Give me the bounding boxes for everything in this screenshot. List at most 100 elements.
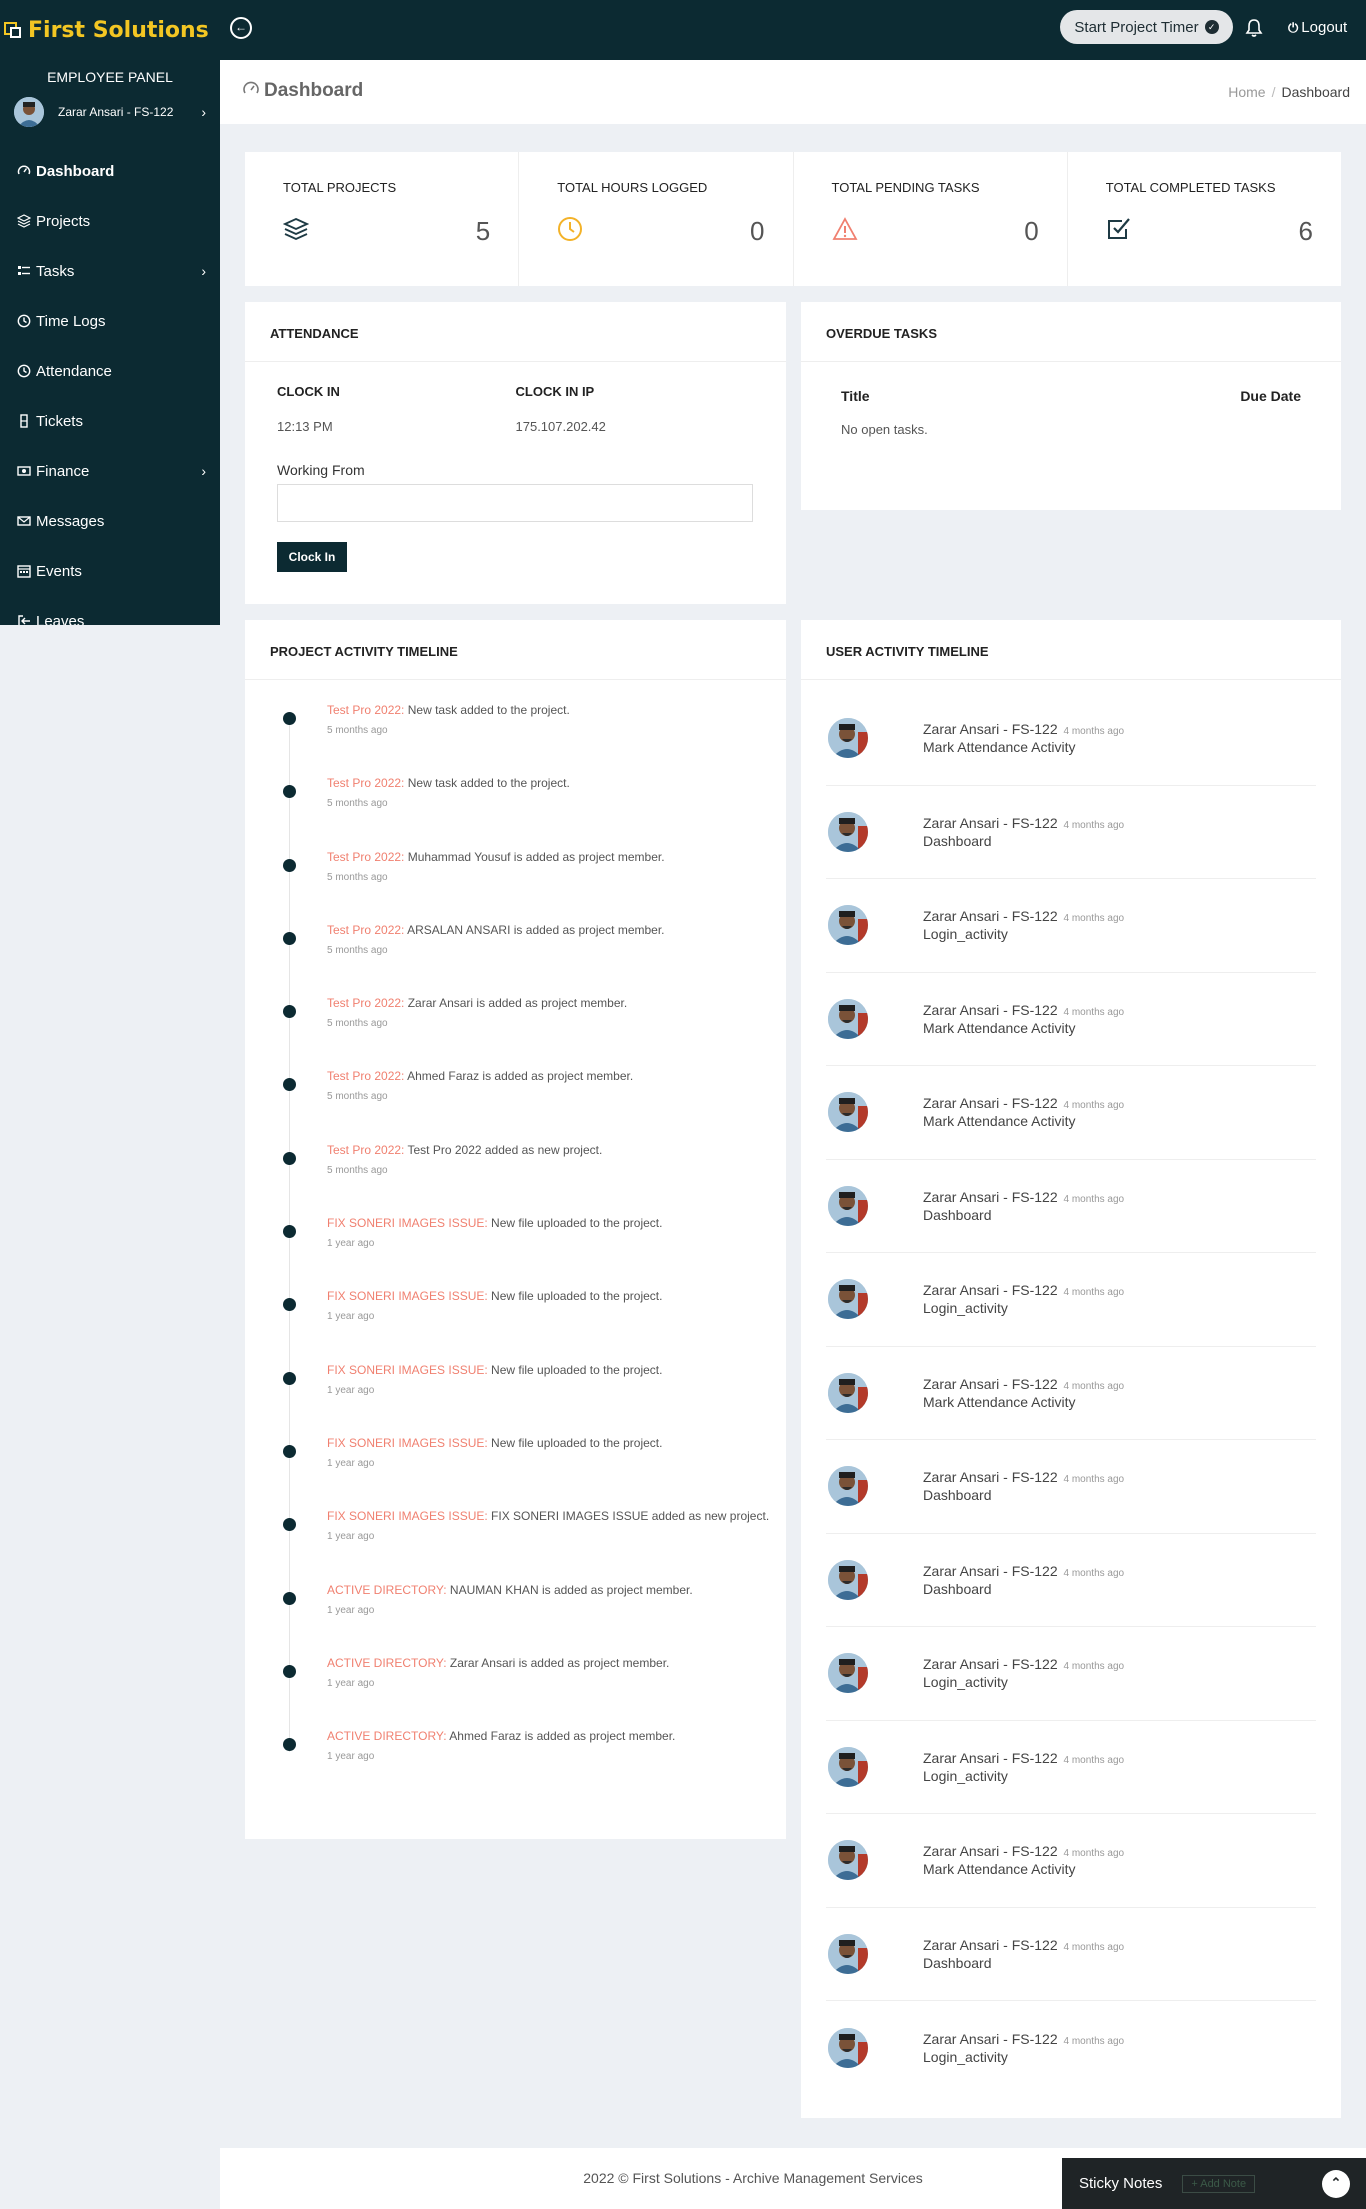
timeline-item: FIX SONERI IMAGES ISSUE: New file upload…: [283, 1215, 786, 1288]
timeline-item: ACTIVE DIRECTORY: Zarar Ansari is added …: [283, 1655, 786, 1728]
timeline-description: New file uploaded to the project.: [487, 1435, 663, 1450]
sidebar-item-events[interactable]: Events: [0, 546, 220, 596]
user-activity-item: Zarar Ansari - FS-122 4 months ago Dashbo…: [826, 786, 1316, 879]
timeline-dot: [283, 1738, 296, 1752]
timeline-project-link[interactable]: Test Pro 2022:: [327, 850, 404, 864]
clock-icon: [16, 363, 32, 379]
timeline-item: ACTIVE DIRECTORY: NAUMAN KHAN is added a…: [283, 1582, 786, 1655]
clock-icon: [557, 216, 583, 242]
clock-in-ip-label: CLOCK IN IP: [515, 384, 595, 399]
avatar: [828, 1653, 868, 1694]
stat-label: TOTAL PROJECTS: [283, 180, 397, 195]
sidebar-item-time-logs[interactable]: Time Logs: [0, 296, 220, 346]
user-activity-description: Dashboard: [923, 1487, 992, 1504]
sidebar: EMPLOYEE PANEL Zarar Ansari - FS-122 › D…: [0, 60, 220, 625]
timeline-time: 5 months ago: [327, 725, 388, 736]
timeline-project-link[interactable]: Test Pro 2022:: [327, 1143, 404, 1157]
user-activity-time: 4 months ago: [1063, 819, 1125, 831]
stat-label: TOTAL PENDING TASKS: [831, 180, 980, 195]
sidebar-toggle-icon[interactable]: ←: [230, 17, 252, 39]
user-activity-description: Login_activity: [923, 2048, 1008, 2065]
sidebar-item-dashboard[interactable]: Dashboard: [0, 146, 220, 196]
timeline-project-link[interactable]: Test Pro 2022:: [327, 776, 404, 790]
sidebar-item-attendance[interactable]: Attendance: [0, 346, 220, 396]
user-activity-description: Mark Attendance Activity: [923, 739, 1076, 756]
clock-in-ip-value: 175.107.202.42: [515, 419, 606, 434]
user-activity-text: Zarar Ansari - FS-122 4 months ago Mark A…: [923, 1843, 1124, 1877]
timeline-time: 1 year ago: [327, 1751, 375, 1763]
user-activity-name: Zarar Ansari - FS-122: [923, 1188, 1058, 1205]
avatar: [828, 998, 868, 1039]
user-activity-time: 4 months ago: [1063, 1287, 1125, 1299]
timeline-description: ARSALAN ANSARI is added as project membe…: [404, 922, 665, 937]
user-activity-text: Zarar Ansari - FS-122 4 months ago Login_…: [923, 2031, 1124, 2065]
bell-icon[interactable]: [1245, 18, 1263, 38]
start-project-timer-button[interactable]: Start Project Timer ✓: [1060, 10, 1233, 44]
avatar: [828, 1185, 868, 1226]
user-activity-text: Zarar Ansari - FS-122 4 months ago Login_…: [923, 908, 1124, 942]
working-from-input[interactable]: [277, 484, 753, 522]
timeline-text: FIX SONERI IMAGES ISSUE: New file upload…: [327, 1362, 786, 1378]
stat-total-completed-tasks[interactable]: TOTAL COMPLETED TASKS 6: [1066, 152, 1341, 286]
user-activity-item: Zarar Ansari - FS-122 4 months ago Dashbo…: [826, 1440, 1316, 1534]
stat-total-pending-tasks[interactable]: TOTAL PENDING TASKS 0: [792, 152, 1067, 286]
timeline-project-link[interactable]: Test Pro 2022:: [327, 923, 404, 937]
timeline-project-link[interactable]: ACTIVE DIRECTORY:: [327, 1656, 447, 1670]
user-activity-time: 4 months ago: [1063, 1848, 1125, 1860]
money-icon: [16, 463, 32, 479]
timeline-description: NAUMAN KHAN is added as project member.: [446, 1582, 693, 1597]
user-activity-item: Zarar Ansari - FS-122 4 months ago Mark A…: [826, 1347, 1316, 1440]
timeline-project-link[interactable]: Test Pro 2022:: [327, 703, 404, 717]
sidebar-item-label: Leaves: [36, 612, 85, 626]
user-activity-time: 4 months ago: [1063, 1193, 1125, 1205]
timeline-item: FIX SONERI IMAGES ISSUE: New file upload…: [283, 1288, 786, 1361]
user-activity-description: Login_activity: [923, 926, 1008, 943]
sticky-notes-title: Sticky Notes: [1079, 2175, 1163, 2192]
sidebar-item-finance[interactable]: Finance ›: [0, 446, 220, 496]
timeline-text: Test Pro 2022: Test Pro 2022 added as ne…: [327, 1142, 786, 1158]
brand-name: First Solutions: [28, 17, 209, 43]
user-activity-description: Login_activity: [923, 1674, 1008, 1691]
timeline-project-link[interactable]: FIX SONERI IMAGES ISSUE:: [327, 1289, 488, 1303]
timeline-project-link[interactable]: ACTIVE DIRECTORY:: [327, 1583, 447, 1597]
sidebar-item-projects[interactable]: Projects: [0, 196, 220, 246]
timeline-project-link[interactable]: FIX SONERI IMAGES ISSUE:: [327, 1509, 488, 1523]
avatar: [828, 1933, 868, 1974]
sidebar-item-tasks[interactable]: Tasks ›: [0, 246, 220, 296]
user-activity-text: Zarar Ansari - FS-122 4 months ago Mark A…: [923, 1002, 1124, 1036]
timeline-project-link[interactable]: Test Pro 2022:: [327, 1069, 404, 1083]
top-header: First Solutions ← Start Project Timer ✓ …: [0, 0, 1366, 60]
brand-logo[interactable]: First Solutions: [0, 0, 220, 60]
logout-button[interactable]: ⏻ Logout: [1288, 19, 1347, 36]
chevron-up-icon[interactable]: ⌃: [1322, 2170, 1350, 2198]
user-activity-description: Dashboard: [923, 1580, 992, 1597]
overdue-title: OVERDUE TASKS: [801, 302, 1341, 362]
timeline-dot: [283, 1591, 296, 1605]
timeline-project-link[interactable]: ACTIVE DIRECTORY:: [327, 1729, 447, 1743]
timeline-project-link[interactable]: FIX SONERI IMAGES ISSUE:: [327, 1436, 488, 1450]
breadcrumb: Home / Dashboard: [1228, 84, 1350, 100]
user-activity-description: Login_activity: [923, 1300, 1008, 1317]
user-activity-text: Zarar Ansari - FS-122 4 months ago Login_…: [923, 1656, 1124, 1690]
timeline-dot: [283, 1225, 296, 1239]
sidebar-item-messages[interactable]: Messages: [0, 496, 220, 546]
user-activity-time: 4 months ago: [1063, 726, 1125, 738]
stat-total-projects[interactable]: TOTAL PROJECTS 5: [245, 152, 518, 286]
timeline-project-link[interactable]: FIX SONERI IMAGES ISSUE:: [327, 1363, 488, 1377]
user-activity-text: Zarar Ansari - FS-122 4 months ago Login_…: [923, 1750, 1124, 1784]
sidebar-user-profile[interactable]: Zarar Ansari - FS-122 ›: [0, 90, 220, 134]
user-activity-time: 4 months ago: [1063, 1100, 1125, 1112]
sidebar-item-leaves[interactable]: Leaves: [0, 596, 220, 625]
user-activity-name: Zarar Ansari - FS-122: [923, 1562, 1058, 1579]
stat-value: 6: [1298, 216, 1313, 246]
breadcrumb-home[interactable]: Home: [1228, 84, 1265, 100]
user-activity-item: Zarar Ansari - FS-122 4 months ago Dashbo…: [826, 1908, 1316, 2001]
timeline-project-link[interactable]: Test Pro 2022:: [327, 996, 404, 1010]
add-note-button[interactable]: + Add Note: [1182, 2174, 1256, 2193]
sign-out-icon: [16, 613, 32, 625]
clock-in-button[interactable]: Clock In: [277, 542, 347, 572]
timeline-project-link[interactable]: FIX SONERI IMAGES ISSUE:: [327, 1216, 488, 1230]
sidebar-item-tickets[interactable]: Tickets: [0, 396, 220, 446]
stat-total-hours-logged[interactable]: TOTAL HOURS LOGGED 0: [518, 152, 792, 286]
sidebar-item-label: Time Logs: [36, 312, 106, 330]
